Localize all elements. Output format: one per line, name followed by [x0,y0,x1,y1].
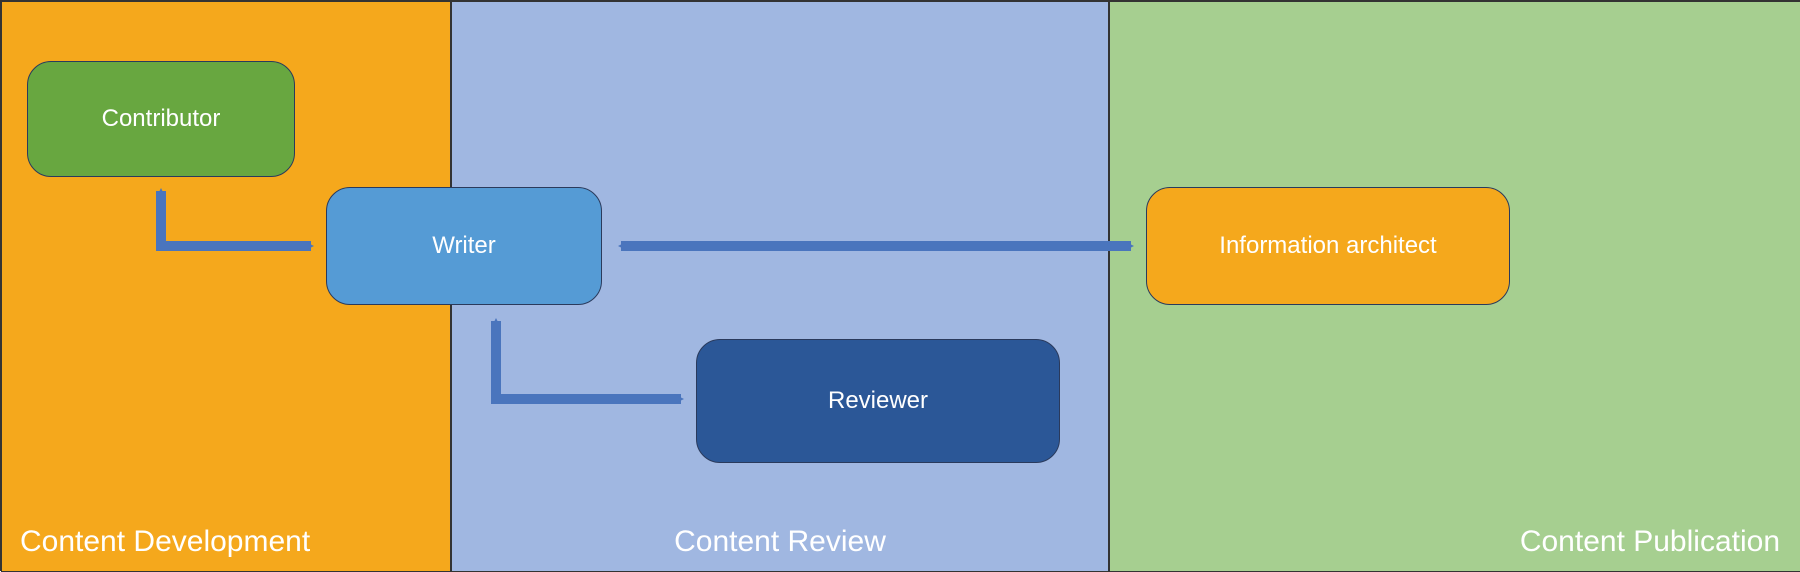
box-label-architect: Information architect [1219,232,1436,260]
box-label-writer: Writer [432,232,496,260]
lane-label-publication: Content Publication [1520,525,1780,559]
box-contributor: Contributor [27,61,295,177]
box-writer: Writer [326,187,602,305]
diagram-canvas: Content Development Content Review Conte… [0,0,1800,571]
lane-label-development: Content Development [20,525,310,559]
box-label-contributor: Contributor [102,105,221,133]
box-reviewer: Reviewer [696,339,1060,463]
lane-label-review: Content Review [674,525,886,559]
box-label-reviewer: Reviewer [828,387,928,415]
box-architect: Information architect [1146,187,1510,305]
